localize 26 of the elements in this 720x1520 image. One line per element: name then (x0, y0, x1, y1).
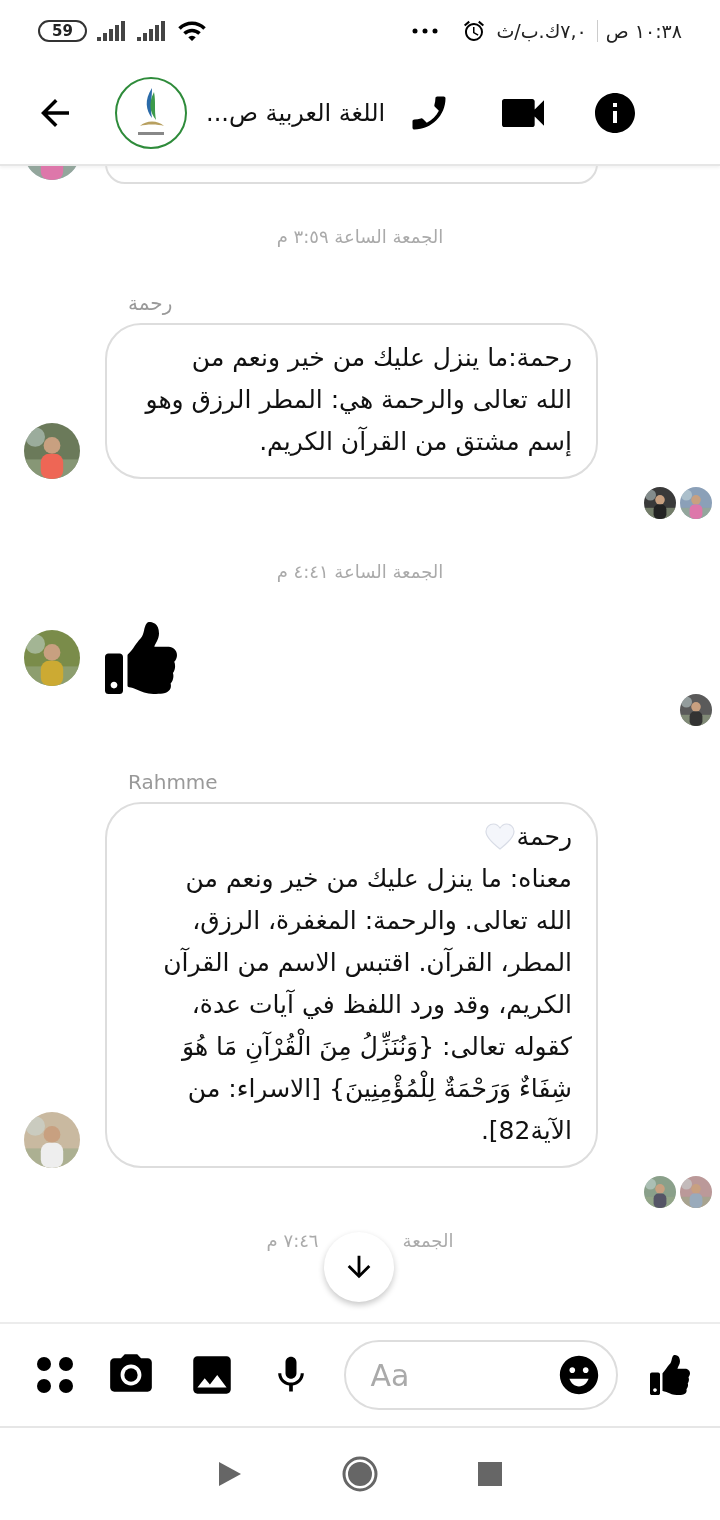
timestamp: ٧:٤٦ م (266, 1230, 319, 1251)
signal-icon (96, 21, 127, 41)
timestamp: الجمعة الساعة ٤:٤١ م (275, 561, 445, 582)
message-text: رحمة:ما ينزل عليك من خير ونعم من الله تعالى والرحمة هي: المطر الرزق وهو إسم مشتق من القرآن الكريم. (145, 342, 572, 458)
like-icon (105, 622, 177, 694)
status-time: ١٠:٣٨ ص (596, 20, 682, 42)
sender-name: رحمة (128, 291, 174, 315)
like-button[interactable] (649, 1355, 690, 1395)
chat-title[interactable]: اللغة العربية ص... (206, 99, 386, 127)
battery-level: 59 (38, 20, 87, 42)
more-dots-icon (412, 28, 439, 34)
home-nav-icon[interactable] (342, 1456, 378, 1492)
alarm-icon (462, 19, 487, 43)
timestamp: الجمعة الساعة ٣:٥٩ م (275, 226, 445, 247)
timestamp: الجمعة (402, 1230, 454, 1251)
composer-field[interactable]: Aa (344, 1340, 619, 1410)
message-text: معناه: ما ينزل عليك من خير ونعم من الله تعالى. والرحمة: المغفرة، الرزق، المطر، القرآن. اقتبس الاسم من القرآن الكريم، وقد ورد اللفظ في آيات عدة، كقوله تعالى: {وَنُنَزِّلُ مِنَ الْقُرْآنِ مَا هُوَ شِفَاءٌ وَرَحْمَةٌ لِلْمُؤْمِنِينَ} [الاسراء: من الآية82]. (163, 863, 572, 1147)
back-nav-icon[interactable] (218, 1461, 242, 1487)
menu-dots-icon[interactable] (36, 1356, 74, 1394)
signal-icon (136, 21, 167, 41)
message-input[interactable]: Aa (368, 1356, 523, 1394)
scroll-down-button[interactable] (324, 1232, 394, 1302)
sender-name: Rahmme (128, 770, 219, 794)
message-title: رحمة (516, 821, 572, 853)
network-speed: ٧,٠ك.ب/ث (496, 20, 587, 42)
thumbs-up-icon (649, 1355, 690, 1395)
